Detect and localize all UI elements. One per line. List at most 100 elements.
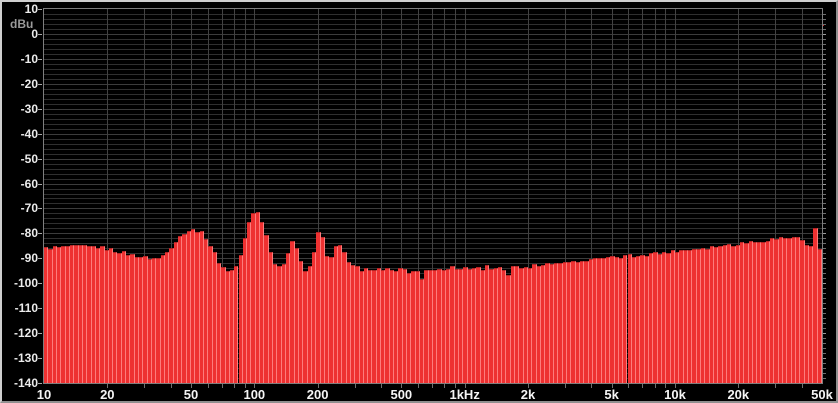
right-axis-tick (823, 238, 826, 240)
right-axis-tick (823, 248, 826, 250)
spectrum-layer (44, 9, 822, 383)
right-axis-tick (823, 63, 826, 65)
x-tick-label: 2k (520, 387, 536, 402)
y-axis-tick (38, 33, 42, 35)
right-axis-tick (823, 353, 826, 355)
right-axis-tick (823, 358, 826, 360)
x-axis-tick (233, 384, 235, 388)
x-axis-tick (665, 384, 667, 388)
right-axis-tick (823, 313, 826, 315)
right-axis-tick (823, 178, 826, 180)
right-axis-tick (823, 333, 826, 335)
right-axis-tick (823, 213, 826, 215)
x-axis-tick (642, 384, 644, 388)
y-tick-label: -80 (20, 226, 38, 241)
right-axis-tick (823, 278, 826, 280)
right-axis-tick (823, 343, 826, 345)
x-axis-tick (417, 384, 419, 388)
right-axis-tick (823, 103, 826, 105)
y-tick-label: 10 (24, 2, 38, 16)
right-axis-tick (823, 148, 826, 150)
right-axis-tick (823, 338, 826, 340)
x-axis-tick (455, 384, 457, 388)
right-axis-tick (823, 78, 826, 80)
right-axis-tick (823, 68, 826, 70)
right-axis-tick (823, 263, 826, 265)
x-tick-label: 10k (664, 387, 686, 402)
y-tick-label: -30 (20, 101, 38, 116)
right-axis-tick (823, 218, 826, 220)
right-axis-tick (823, 48, 826, 50)
right-axis-tick (823, 168, 826, 170)
right-axis-tick (823, 143, 826, 145)
x-axis-tick (801, 384, 803, 388)
right-axis-tick (823, 243, 826, 245)
x-axis-tick (107, 384, 109, 388)
x-tick-label: 200 (306, 387, 329, 402)
right-axis-tick (823, 363, 826, 365)
x-axis-tick (207, 384, 209, 388)
x-axis-tick (144, 384, 146, 388)
y-tick-label: -60 (20, 176, 38, 191)
right-axis-tick (823, 128, 826, 130)
x-axis-tick (221, 384, 223, 388)
y-tick-label: -110 (14, 301, 38, 316)
right-axis-tick (823, 183, 826, 185)
y-axis-tick (38, 258, 42, 260)
x-axis-tick (401, 384, 403, 388)
y-tick-label: -130 (13, 351, 38, 366)
y-axis-tick (38, 283, 42, 285)
right-axis-tick (823, 13, 826, 15)
right-axis-tick (823, 108, 826, 110)
x-tick-label: 500 (390, 387, 413, 402)
right-axis-tick (823, 88, 826, 90)
right-axis-tick (823, 268, 826, 270)
x-axis-tick (191, 384, 192, 388)
right-axis-tick (823, 293, 826, 295)
x-axis-tick (775, 384, 777, 388)
right-axis-tick (823, 123, 826, 125)
y-axis-tick (38, 158, 42, 160)
right-axis-tick (823, 118, 826, 120)
y-tick-label: -20 (20, 76, 38, 91)
plot-area (43, 8, 823, 384)
right-axis-tick (823, 33, 826, 35)
x-tick-label: 5k (604, 387, 619, 402)
right-axis-tick (823, 223, 826, 225)
x-axis-tick (628, 384, 630, 388)
right-axis-tick (823, 113, 826, 115)
right-axis-tick (823, 53, 826, 55)
right-axis-tick (823, 83, 826, 85)
y-axis-tick (38, 358, 42, 360)
right-axis-tick (823, 28, 826, 30)
right-axis-tick (823, 233, 826, 235)
y-tick-label: -40 (20, 126, 38, 141)
right-axis-tick (823, 138, 826, 140)
x-axis-tick (170, 384, 172, 388)
x-tick-label: 10 (36, 387, 52, 402)
x-axis-tick (464, 384, 466, 388)
x-axis-tick (244, 384, 246, 388)
spectrum-bar (817, 249, 822, 383)
y-tick-label: -10 (20, 51, 38, 66)
y-axis-tick (38, 9, 42, 10)
y-tick-label: 0 (31, 26, 38, 41)
right-axis-tick (823, 203, 826, 205)
x-tick-label: 50k (811, 387, 833, 402)
x-axis-tick (738, 384, 740, 388)
y-axis-tick (38, 308, 42, 310)
y-tick-label: -50 (20, 151, 38, 166)
right-axis-tick (823, 163, 826, 165)
truerta-window: dBu TrueRTA 100-10-20-30-40-50-60-70-80-… (0, 0, 838, 403)
right-axis-tick (823, 208, 826, 210)
right-axis-tick (823, 258, 826, 260)
right-axis-tick (823, 193, 826, 195)
y-axis-tick (38, 83, 42, 85)
right-axis-tick (823, 158, 826, 160)
right-axis-tick (823, 188, 826, 190)
right-axis-tick (823, 288, 826, 290)
x-axis-tick (317, 384, 319, 388)
right-axis-tick (823, 308, 826, 310)
right-axis-tick (823, 318, 826, 320)
y-axis-tick (38, 108, 42, 110)
